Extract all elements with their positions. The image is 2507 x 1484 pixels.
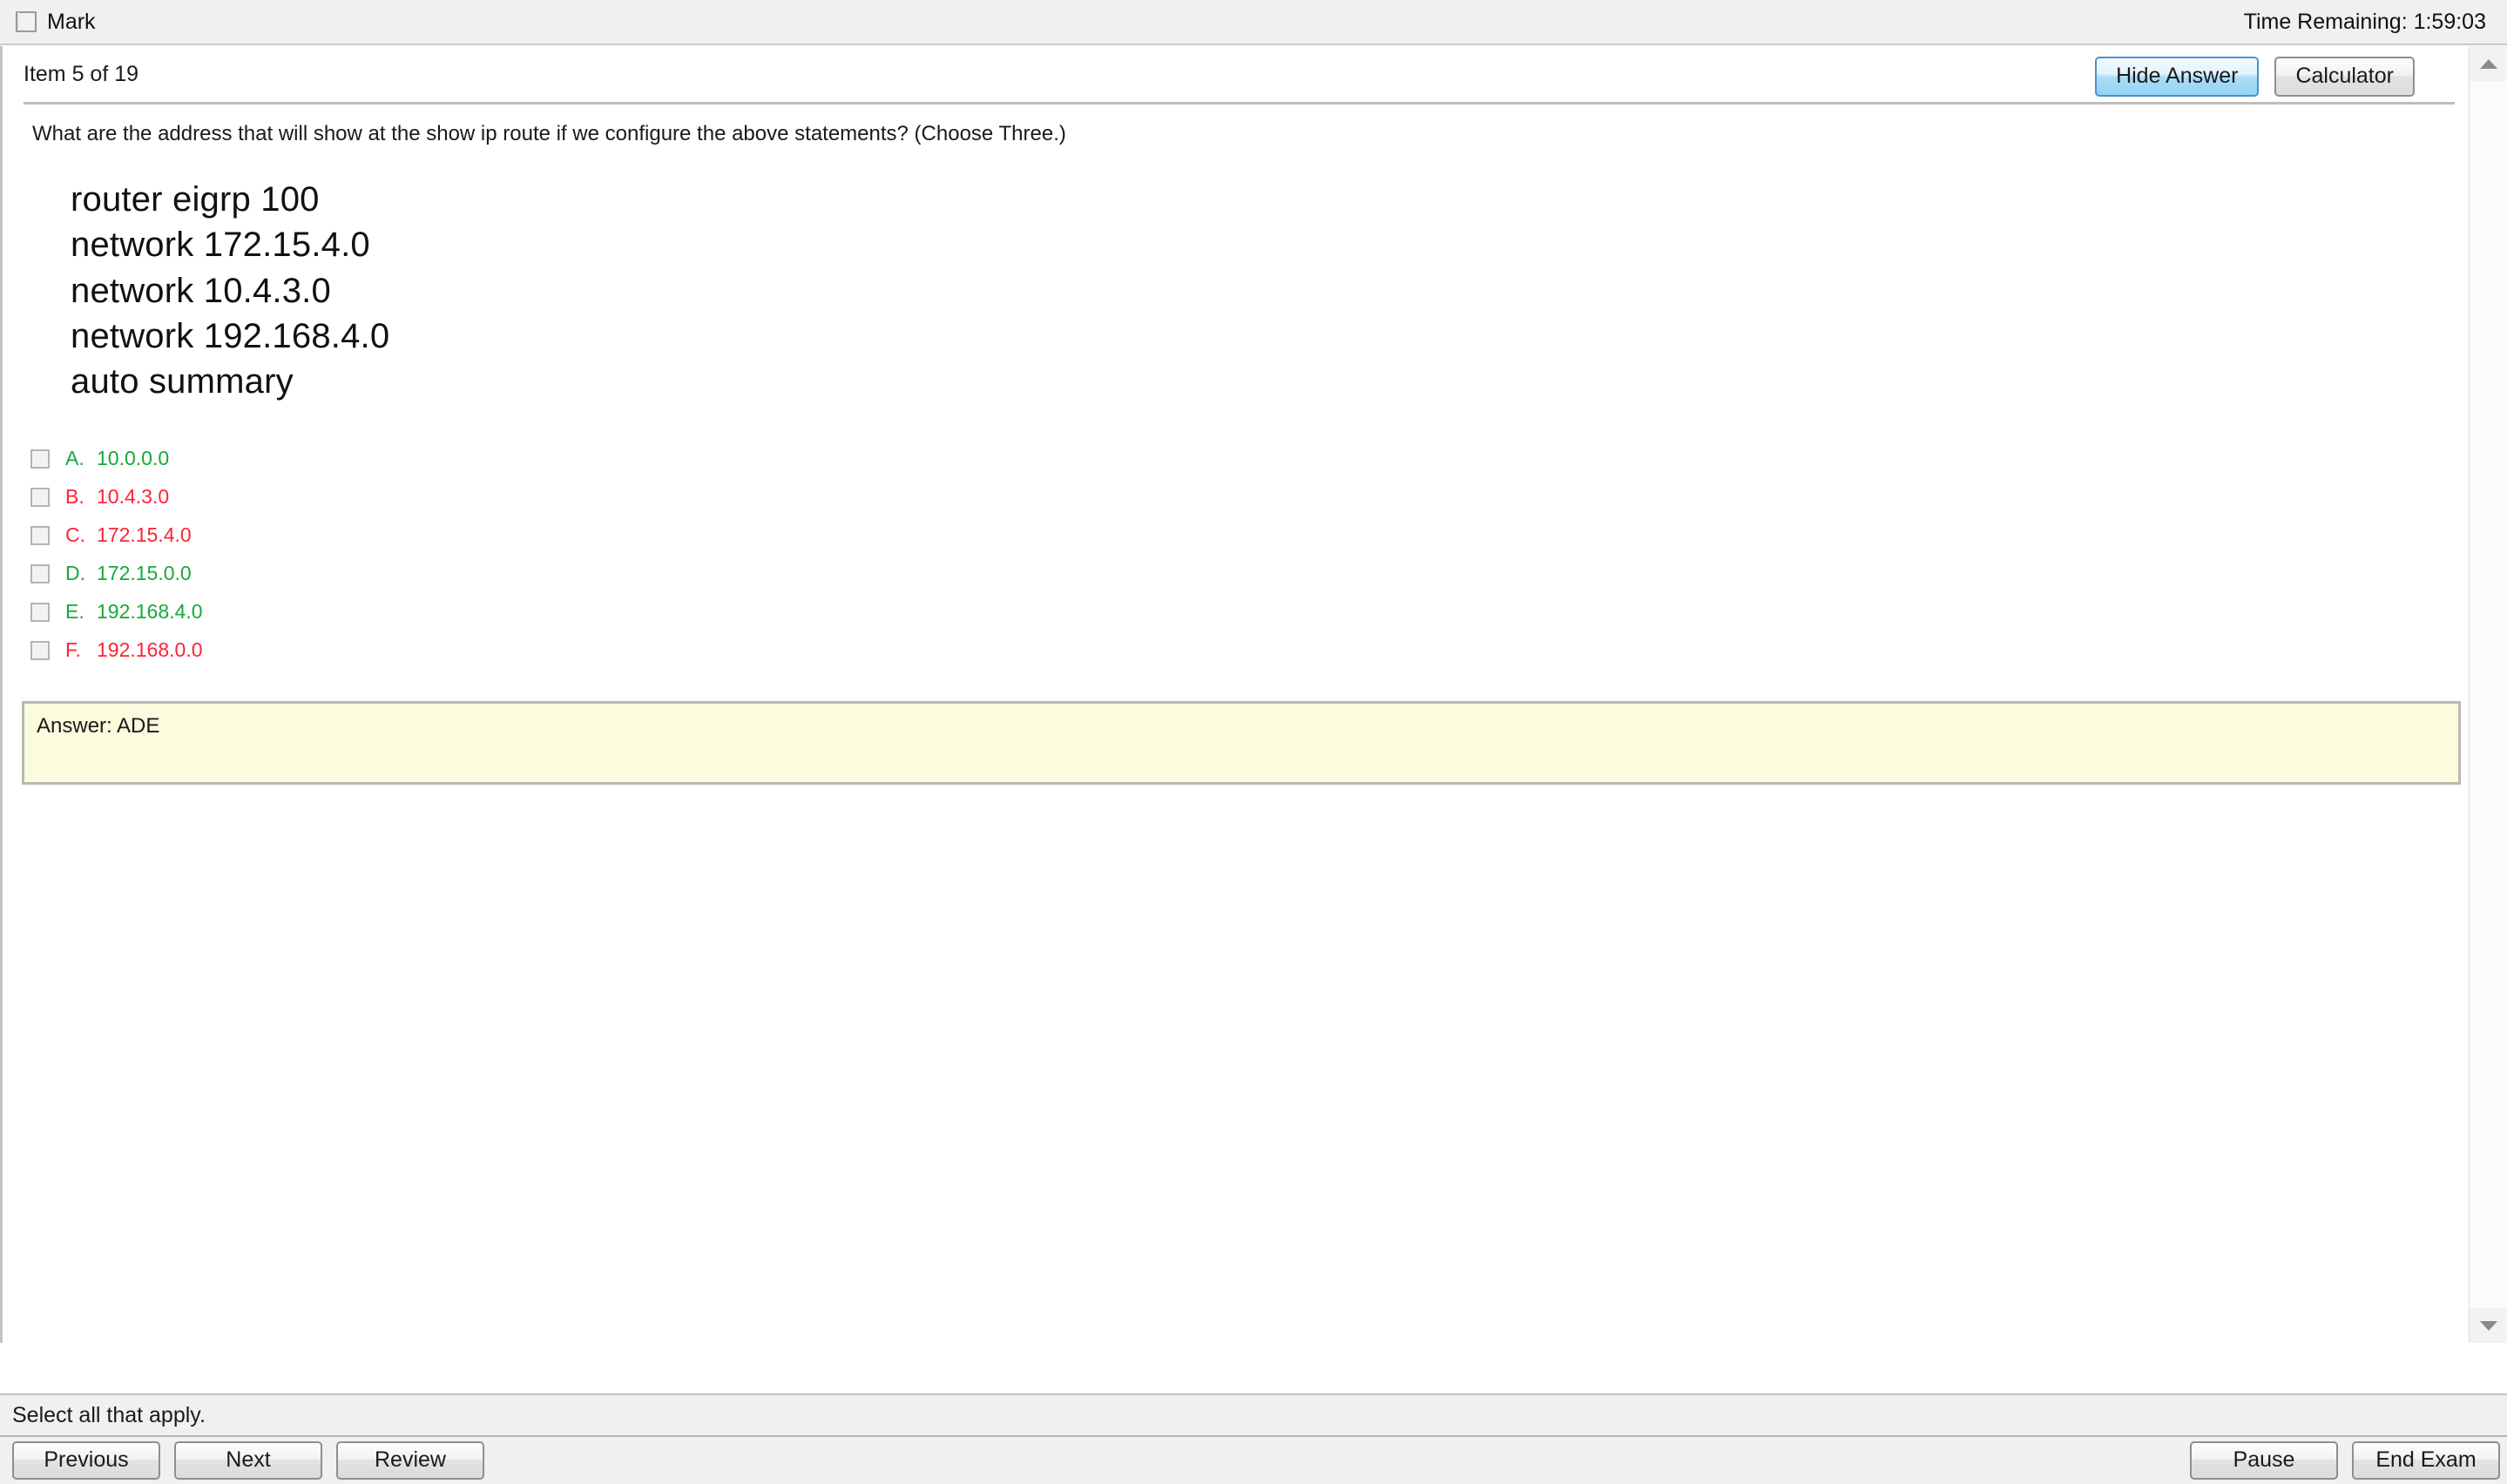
mark-checkbox[interactable]: [16, 11, 37, 32]
previous-button[interactable]: Previous: [12, 1441, 160, 1480]
scroll-up-button[interactable]: [2470, 46, 2507, 81]
stimulus-line: network 10.4.3.0: [71, 271, 331, 310]
option-row[interactable]: E. 192.168.4.0: [27, 593, 2469, 631]
content-pane: Item 5 of 19 Hide Answer Calculator What…: [0, 45, 2507, 1393]
scrollbar-track[interactable]: [2470, 81, 2507, 1308]
hide-answer-button[interactable]: Hide Answer: [2095, 57, 2260, 97]
option-letter: D.: [65, 562, 85, 585]
nav-right-group: Pause End Exam: [2190, 1441, 2500, 1480]
option-text: 192.168.4.0: [97, 600, 203, 624]
pause-button[interactable]: Pause: [2190, 1441, 2338, 1480]
next-button[interactable]: Next: [174, 1441, 322, 1480]
header-divider: [24, 102, 2455, 105]
answer-text: Answer: ADE: [37, 713, 160, 738]
option-text: 10.4.3.0: [97, 485, 170, 509]
time-remaining: Time Remaining: 1:59:03: [2243, 9, 2486, 34]
stimulus-config-block: router eigrp 100 network 172.15.4.0 networ…: [71, 177, 2469, 405]
option-row[interactable]: C. 172.15.4.0: [27, 516, 2469, 555]
option-checkbox[interactable]: [30, 640, 50, 660]
mark-checkbox-inner: [17, 12, 19, 29]
chevron-up-icon: [2480, 58, 2497, 69]
option-text: 10.0.0.0: [97, 447, 170, 470]
option-letter: B.: [65, 485, 84, 509]
answer-explanation-box: Answer: ADE: [22, 700, 2461, 785]
mark-control[interactable]: Mark: [16, 9, 96, 34]
option-row[interactable]: A. 10.0.0.0: [27, 440, 2469, 478]
chevron-down-icon: [2480, 1320, 2497, 1331]
option-row[interactable]: B. 10.4.3.0: [27, 478, 2469, 516]
option-row[interactable]: D. 172.15.0.0: [27, 555, 2469, 593]
header-button-group: Hide Answer Calculator: [2095, 57, 2415, 97]
nav-left-group: Previous Next Review: [12, 1441, 484, 1480]
option-checkbox[interactable]: [30, 602, 50, 622]
stimulus-line: network 192.168.4.0: [71, 316, 390, 355]
option-checkbox[interactable]: [30, 563, 50, 583]
calculator-button[interactable]: Calculator: [2274, 57, 2415, 97]
review-button[interactable]: Review: [336, 1441, 484, 1480]
option-text: 172.15.4.0: [97, 523, 192, 547]
option-letter: F.: [65, 638, 81, 662]
status-bar: Select all that apply.: [0, 1393, 2507, 1435]
option-letter: A.: [65, 447, 84, 470]
option-letter: C.: [65, 523, 85, 547]
option-text: 172.15.0.0: [97, 562, 192, 585]
item-header: Item 5 of 19 Hide Answer Calculator: [3, 46, 2469, 100]
vertical-scrollbar[interactable]: [2469, 46, 2507, 1343]
stimulus-line: network 172.15.4.0: [71, 226, 370, 265]
scroll-down-button[interactable]: [2470, 1308, 2507, 1343]
option-checkbox[interactable]: [30, 449, 50, 469]
option-text: 192.168.0.0: [97, 638, 203, 662]
item-counter: Item 5 of 19: [24, 62, 139, 86]
question-scroll-area: Item 5 of 19 Hide Answer Calculator What…: [0, 46, 2469, 1343]
option-letter: E.: [65, 600, 84, 624]
stimulus-line: auto summary: [71, 362, 294, 401]
stimulus-line: router eigrp 100: [71, 179, 320, 219]
option-checkbox[interactable]: [30, 525, 50, 545]
option-checkbox[interactable]: [30, 487, 50, 507]
navigation-bar: Previous Next Review Pause End Exam: [0, 1435, 2507, 1484]
end-exam-button[interactable]: End Exam: [2352, 1441, 2500, 1480]
mark-label: Mark: [47, 9, 96, 34]
mark-bar: Mark Time Remaining: 1:59:03: [0, 0, 2507, 45]
instruction-text: Select all that apply.: [12, 1402, 206, 1427]
option-row[interactable]: F. 192.168.0.0: [27, 631, 2469, 670]
options-list: A. 10.0.0.0 B. 10.4.3.0 C. 172.15.4.0 D. 172.15…: [27, 440, 2469, 670]
question-text: What are the address that will show at t…: [32, 122, 1066, 145]
